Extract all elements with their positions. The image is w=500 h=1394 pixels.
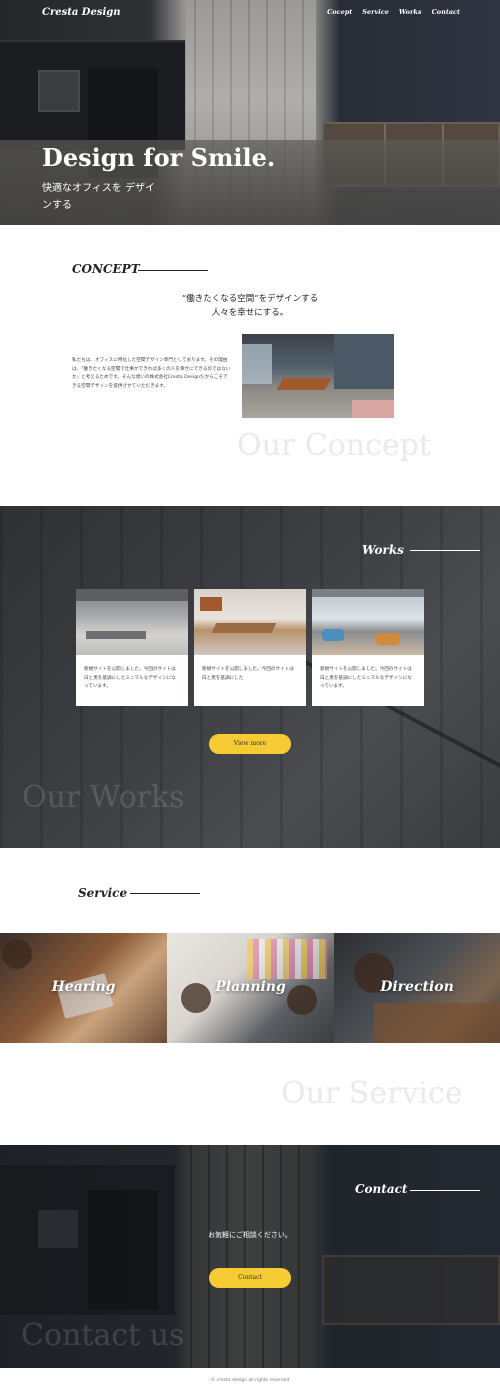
concept-body: 私たちは、オフィスに特化した空間デザイン専門としております。その理由は、「働きた… — [72, 358, 231, 389]
service-heading: Service — [78, 886, 128, 900]
hero-subtitle: 快適なオフィスを デザインする — [42, 183, 155, 211]
service-heading-rule — [130, 893, 200, 894]
work-card-image — [76, 589, 188, 655]
service-direction-tile[interactable]: Direction — [334, 933, 500, 1043]
works-ghost-text: Our Works — [22, 780, 185, 815]
hero-title: Design for Smile. — [42, 143, 276, 172]
work-card-text: 新規サイトを公開しました。今回のサイトは白と黒を基調にしたミニマルなデザインにな… — [320, 667, 412, 689]
work-card-text: 新規サイトを公開しました。今回のサイトは白と黒を基調にしたミニマルなデザインにな… — [84, 667, 176, 689]
contact-ghost-text: Contact us — [21, 1318, 185, 1353]
view-more-button[interactable]: View more — [209, 734, 291, 754]
nav-link-works[interactable]: Works — [399, 8, 422, 16]
contact-button[interactable]: Contact — [209, 1268, 291, 1288]
site-logo[interactable]: Cresta Design — [42, 7, 121, 18]
contact-section: Contact お気軽にご相談ください。 Contact Contact us — [0, 1145, 500, 1368]
concept-ghost-text: Our Concept — [237, 428, 431, 463]
contact-heading-rule — [410, 1190, 480, 1191]
nav-link-service[interactable]: Service — [362, 8, 389, 16]
work-card[interactable]: 新規サイトを公開しました。今回のサイトは白と黒を基調にした — [194, 589, 306, 706]
work-card-text: 新規サイトを公開しました。今回のサイトは白と黒を基調にした — [202, 667, 294, 681]
nav-link-contact[interactable]: Contact — [432, 8, 460, 16]
work-card[interactable]: 新規サイトを公開しました。今回のサイトは白と黒を基調にしたミニマルなデザインにな… — [312, 589, 424, 706]
concept-catchphrase: “働きたくなる空間”をデザインする 人々を幸せにする。 — [100, 292, 400, 320]
main-nav: Cocept Service Works Contact — [327, 8, 460, 16]
contact-message: お気軽にご相談ください。 — [208, 1231, 292, 1239]
hero-section: Cresta Design Cocept Service Works Conta… — [0, 0, 500, 225]
concept-heading-rule — [138, 270, 208, 271]
works-heading-rule — [410, 550, 480, 551]
work-card[interactable]: 新規サイトを公開しました。今回のサイトは白と黒を基調にしたミニマルなデザインにな… — [76, 589, 188, 706]
service-direction-label: Direction — [380, 979, 454, 995]
concept-office-image — [242, 334, 394, 418]
works-heading: Works — [362, 543, 404, 557]
works-section: Works 新規サイトを公開しました。今回のサイトは白と黒を基調にしたミニマルな… — [0, 506, 500, 848]
contact-heading: Contact — [355, 1182, 408, 1196]
concept-catch-line1: “働きたくなる空間”をデザインする — [181, 294, 319, 304]
service-ghost-text: Our Service — [281, 1076, 463, 1111]
service-planning-label: Planning — [215, 979, 286, 995]
service-planning-tile[interactable]: Planning — [167, 933, 334, 1043]
service-hearing-label: Hearing — [51, 979, 116, 995]
service-hearing-tile[interactable]: Hearing — [0, 933, 167, 1043]
work-card-image — [194, 589, 306, 655]
footer-copyright: © cresta design all rights reserved — [0, 1368, 500, 1394]
work-card-image — [312, 589, 424, 655]
concept-heading: CONCEPT — [72, 262, 140, 276]
concept-catch-line2: 人々を幸せにする。 — [211, 308, 289, 318]
nav-link-concept[interactable]: Cocept — [327, 8, 352, 16]
